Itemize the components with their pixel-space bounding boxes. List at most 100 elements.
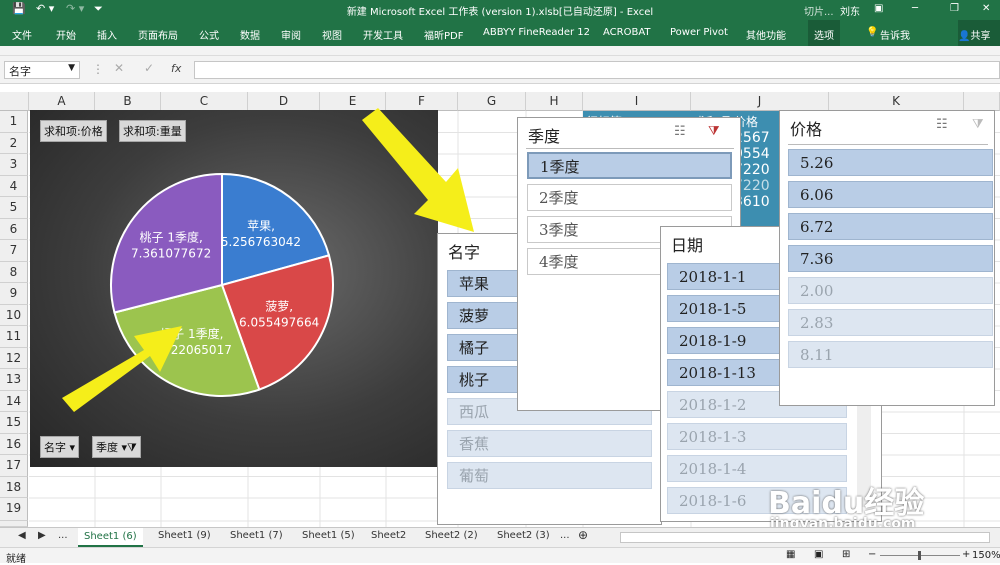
chevron-down-icon[interactable]: ▼ [68, 63, 75, 73]
row-header[interactable]: 1 [0, 111, 28, 133]
slicer-price-item[interactable]: 6.06 [788, 181, 993, 208]
zoom-out-icon[interactable]: − [868, 549, 876, 560]
row-header[interactable]: 14 [0, 390, 28, 412]
row-header[interactable]: 7 [0, 240, 28, 262]
field-button-name[interactable]: 名字 ▾ [40, 436, 80, 458]
row-header[interactable]: 15 [0, 412, 28, 434]
field-button-quarter[interactable]: 季度 ▾⧩ [92, 436, 141, 458]
pie-chart[interactable]: 苹果, 5.256763042 菠萝, 6.055497664 橘子 1季度, 6.722… [30, 110, 438, 467]
zoom-slider-thumb[interactable] [918, 551, 921, 560]
row-header[interactable]: 2 [0, 132, 28, 154]
add-sheet-icon[interactable]: ⊕ [578, 528, 588, 542]
row-header[interactable]: 16 [0, 433, 28, 455]
minimize-icon[interactable]: ─ [912, 3, 918, 14]
cancel-icon[interactable]: ✕ [114, 61, 124, 75]
multi-select-icon[interactable]: ☷ [936, 117, 948, 132]
tab-acrobat[interactable]: ACROBAT [603, 27, 651, 38]
tab-review[interactable]: 审阅 [281, 27, 301, 42]
slicer-quarter-item[interactable]: 1季度 [527, 152, 732, 179]
select-all-corner[interactable] [0, 92, 29, 111]
zoom-in-icon[interactable]: + [962, 549, 970, 560]
row-header[interactable]: 8 [0, 261, 28, 283]
more-sheets-icon[interactable]: ... [560, 530, 570, 541]
tab-foxit-pdf[interactable]: 福昕PDF [424, 27, 463, 42]
tab-developer[interactable]: 开发工具 [363, 27, 403, 42]
slicer-price-item[interactable]: 6.72 [788, 213, 993, 240]
insert-function-icon[interactable]: fx [171, 62, 181, 75]
row-header[interactable]: 18 [0, 476, 28, 498]
sheet-tab[interactable]: Sheet2 [371, 530, 406, 541]
close-icon[interactable]: ✕ [982, 3, 990, 14]
tab-options[interactable]: 选项 [808, 20, 840, 46]
slicer-date-item[interactable]: 2018-1-3 [667, 423, 847, 450]
column-header[interactable]: H [526, 92, 583, 111]
row-header[interactable]: 13 [0, 369, 28, 391]
row-header[interactable]: 5 [0, 197, 28, 219]
sheet-tab[interactable]: Sheet1 (7) [230, 530, 283, 541]
slicer-price-item[interactable]: 8.11 [788, 341, 993, 368]
page-layout-icon[interactable]: ▣ [814, 549, 823, 560]
share-button[interactable]: 👤共享 [958, 20, 1000, 46]
clear-filter-icon[interactable]: ⧩ [708, 124, 720, 139]
horizontal-scrollbar[interactable] [620, 532, 990, 543]
row-header[interactable]: 3 [0, 154, 28, 176]
column-header[interactable]: B [95, 92, 161, 111]
restore-icon[interactable]: ❐ [950, 3, 959, 14]
tab-insert[interactable]: 插入 [97, 27, 117, 42]
name-box[interactable]: 名字 ▼ [4, 61, 80, 79]
row-header[interactable]: 17 [0, 455, 28, 477]
row-header[interactable]: 11 [0, 326, 28, 348]
column-header[interactable]: A [29, 92, 95, 111]
slicer-price-item[interactable]: 2.83 [788, 309, 993, 336]
tab-power-pivot[interactable]: Power Pivot [670, 27, 728, 38]
tab-page-layout[interactable]: 页面布局 [138, 27, 178, 42]
tab-home[interactable]: 开始 [56, 27, 76, 42]
column-header[interactable]: J [691, 92, 829, 111]
row-header[interactable]: 10 [0, 304, 28, 326]
sheet-tab[interactable]: Sheet2 (3) [497, 530, 550, 541]
sheet-tab-active[interactable]: Sheet1 (6) [78, 528, 143, 547]
row-header[interactable]: 4 [0, 175, 28, 197]
slicer-price-item[interactable]: 5.26 [788, 149, 993, 176]
normal-view-icon[interactable]: ▦ [786, 549, 795, 560]
row-header[interactable]: 19 [0, 498, 28, 521]
slicer-quarter-item[interactable]: 2季度 [527, 184, 732, 211]
tab-formulas[interactable]: 公式 [199, 27, 219, 42]
tab-data[interactable]: 数据 [240, 27, 260, 42]
formula-input[interactable] [194, 61, 1000, 79]
lightbulb-icon[interactable]: 💡 [866, 27, 878, 38]
slicer-name-item[interactable]: 葡萄 [447, 462, 652, 489]
tab-view[interactable]: 视图 [322, 27, 342, 42]
clear-filter-icon[interactable]: ⧩ [972, 117, 984, 132]
column-header[interactable]: F [386, 92, 458, 111]
tab-abbyy[interactable]: ABBYY FineReader 12 [483, 27, 590, 38]
page-break-icon[interactable]: ⊞ [842, 549, 850, 560]
column-header[interactable]: D [248, 92, 320, 111]
column-header[interactable]: E [320, 92, 386, 111]
sheet-tab[interactable]: Sheet1 (5) [302, 530, 355, 541]
zoom-level[interactable]: 150% [972, 550, 1000, 561]
sheet-tab[interactable]: Sheet2 (2) [425, 530, 478, 541]
row-header[interactable]: 12 [0, 347, 28, 369]
row-header[interactable]: 9 [0, 283, 28, 305]
tab-other-functions[interactable]: 其他功能 [746, 27, 786, 42]
sheet-tab[interactable]: Sheet1 (9) [158, 530, 211, 541]
more-sheets-icon[interactable]: ... [58, 530, 68, 541]
column-header[interactable]: C [161, 92, 248, 111]
ribbon-display-icon[interactable]: ▣ [874, 3, 883, 14]
user-name[interactable]: 刘东 [840, 3, 860, 18]
slicer-price-item[interactable]: 2.00 [788, 277, 993, 304]
multi-select-icon[interactable]: ☷ [674, 124, 686, 139]
slicer-price[interactable]: 价格 ☷ ⧩ 5.26 6.06 6.72 7.36 2.00 2.83 8.11 [779, 110, 995, 406]
column-header[interactable]: I [583, 92, 691, 111]
slicer-price-item[interactable]: 7.36 [788, 245, 993, 272]
tab-file[interactable]: 文件 [12, 27, 32, 42]
pivot-chart[interactable]: 求和项:价格 求和项:重量 苹果, 5.256763042 菠萝, 6.0554976… [30, 110, 438, 467]
column-header[interactable]: K [829, 92, 964, 111]
scroll-left-icon[interactable]: ◀ [18, 530, 26, 541]
enter-icon[interactable]: ✓ [144, 61, 154, 75]
row-header[interactable]: 6 [0, 218, 28, 240]
slicer-name-item[interactable]: 香蕉 [447, 430, 652, 457]
scroll-right-icon[interactable]: ▶ [38, 530, 46, 541]
column-header[interactable] [964, 92, 1000, 111]
